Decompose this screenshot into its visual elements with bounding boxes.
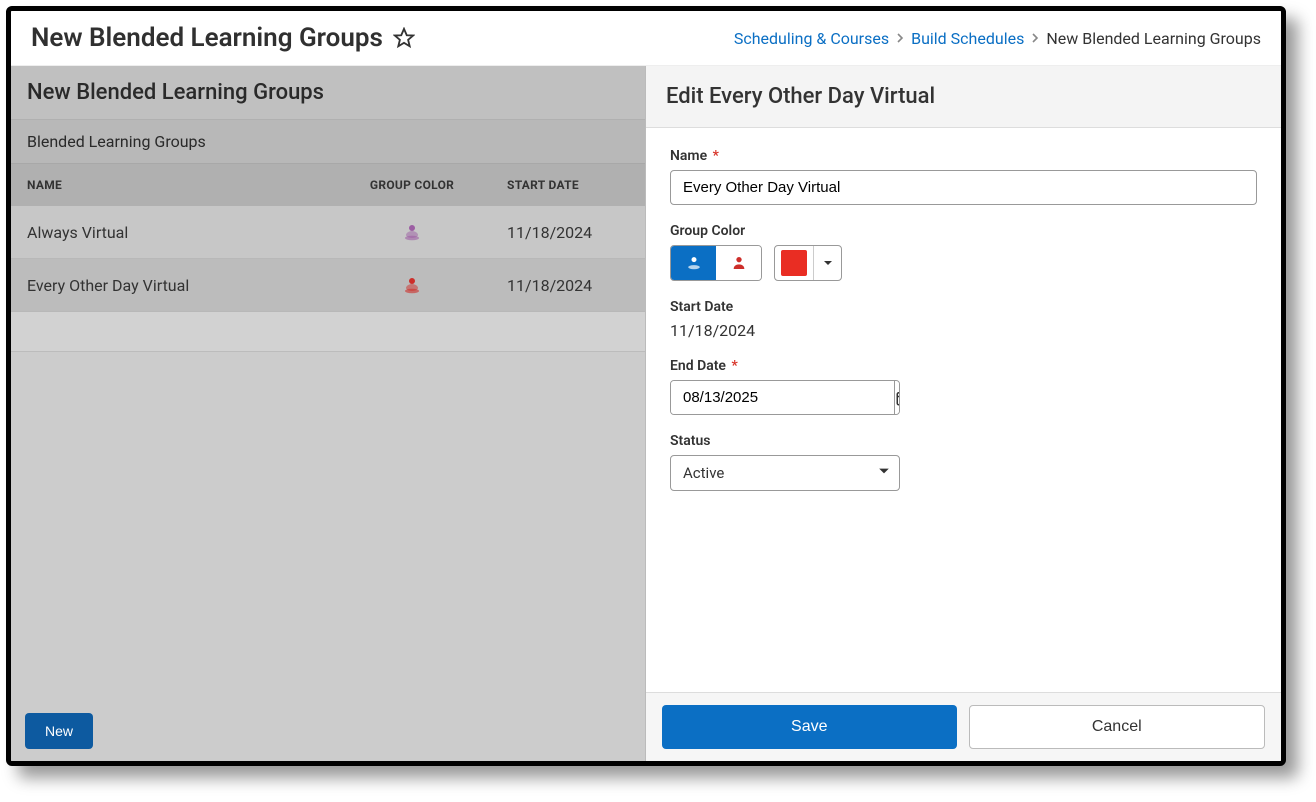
start-date-value: 11/18/2024 [670,321,1257,340]
name-label-text: Name [670,148,707,164]
person-pin-icon [400,273,424,297]
icon-toggle-group [670,245,762,281]
status-select[interactable]: Active [670,455,900,491]
new-button[interactable]: New [25,713,93,749]
row-color [317,273,507,297]
edit-form-body: Name * Group Color [646,128,1281,692]
row-date: 11/18/2024 [507,276,629,295]
list-body-spacer [11,352,645,701]
cancel-button[interactable]: Cancel [969,705,1266,749]
end-date-label: End Date * [670,358,1257,374]
group-color-label: Group Color [670,223,1257,239]
required-asterisk: * [713,148,719,164]
person-pin-icon [400,220,424,244]
breadcrumb-current: New Blended Learning Groups [1046,29,1261,48]
end-date-input[interactable] [671,381,894,414]
color-picker[interactable] [774,245,842,281]
page-title: New Blended Learning Groups [31,23,415,53]
name-label: Name * [670,148,1257,164]
page-header: New Blended Learning Groups Scheduling &… [11,11,1281,66]
icon-toggle-pin[interactable] [671,246,716,280]
icon-toggle-person[interactable] [716,246,761,280]
start-date-label: Start Date [670,299,1257,315]
status-label: Status [670,433,1257,449]
row-name: Every Other Day Virtual [27,276,317,295]
row-date: 11/18/2024 [507,223,629,242]
row-color [317,220,507,244]
column-header-name: NAME [27,178,317,192]
table-row[interactable]: Always Virtual 11/18/2024 [11,206,645,259]
breadcrumb: Scheduling & Courses Build Schedules New… [734,29,1261,48]
form-group-start-date: Start Date 11/18/2024 [670,299,1257,340]
name-input[interactable] [670,170,1257,205]
page-title-text: New Blended Learning Groups [31,23,383,53]
edit-footer: Save Cancel [646,692,1281,761]
caret-down-icon [813,246,841,280]
panel-subtitle: Blended Learning Groups [11,120,645,164]
form-group-end-date: End Date * [670,358,1257,415]
breadcrumb-link-build[interactable]: Build Schedules [911,29,1024,48]
row-name: Always Virtual [27,223,317,242]
table-body: Always Virtual 11/18/2024 Every Other Da… [11,206,645,312]
edit-panel-title: Edit Every Other Day Virtual [646,66,1281,128]
calendar-icon[interactable] [894,381,900,414]
list-panel: New Blended Learning Groups Blended Lear… [11,66,646,761]
list-footer: New [11,701,645,761]
edit-panel: Edit Every Other Day Virtual Name * Grou… [646,66,1281,761]
required-asterisk: * [731,358,737,374]
form-group-color: Group Color [670,223,1257,281]
end-date-field [670,380,900,415]
chevron-right-icon [895,33,905,43]
column-header-color: GROUP COLOR [317,178,507,192]
breadcrumb-link-scheduling[interactable]: Scheduling & Courses [734,29,889,48]
column-header-date: START DATE [507,178,629,192]
form-group-status: Status Active [670,433,1257,491]
panel-title: New Blended Learning Groups [11,66,645,120]
color-swatch [781,250,807,276]
table-row[interactable]: Every Other Day Virtual 11/18/2024 [11,259,645,312]
end-date-label-text: End Date [670,358,726,374]
star-outline-icon[interactable] [393,27,415,49]
form-group-name: Name * [670,148,1257,205]
chevron-right-icon [1030,33,1040,43]
table-empty-row [11,312,645,352]
table-header: NAME GROUP COLOR START DATE [11,164,645,206]
save-button[interactable]: Save [662,705,957,749]
